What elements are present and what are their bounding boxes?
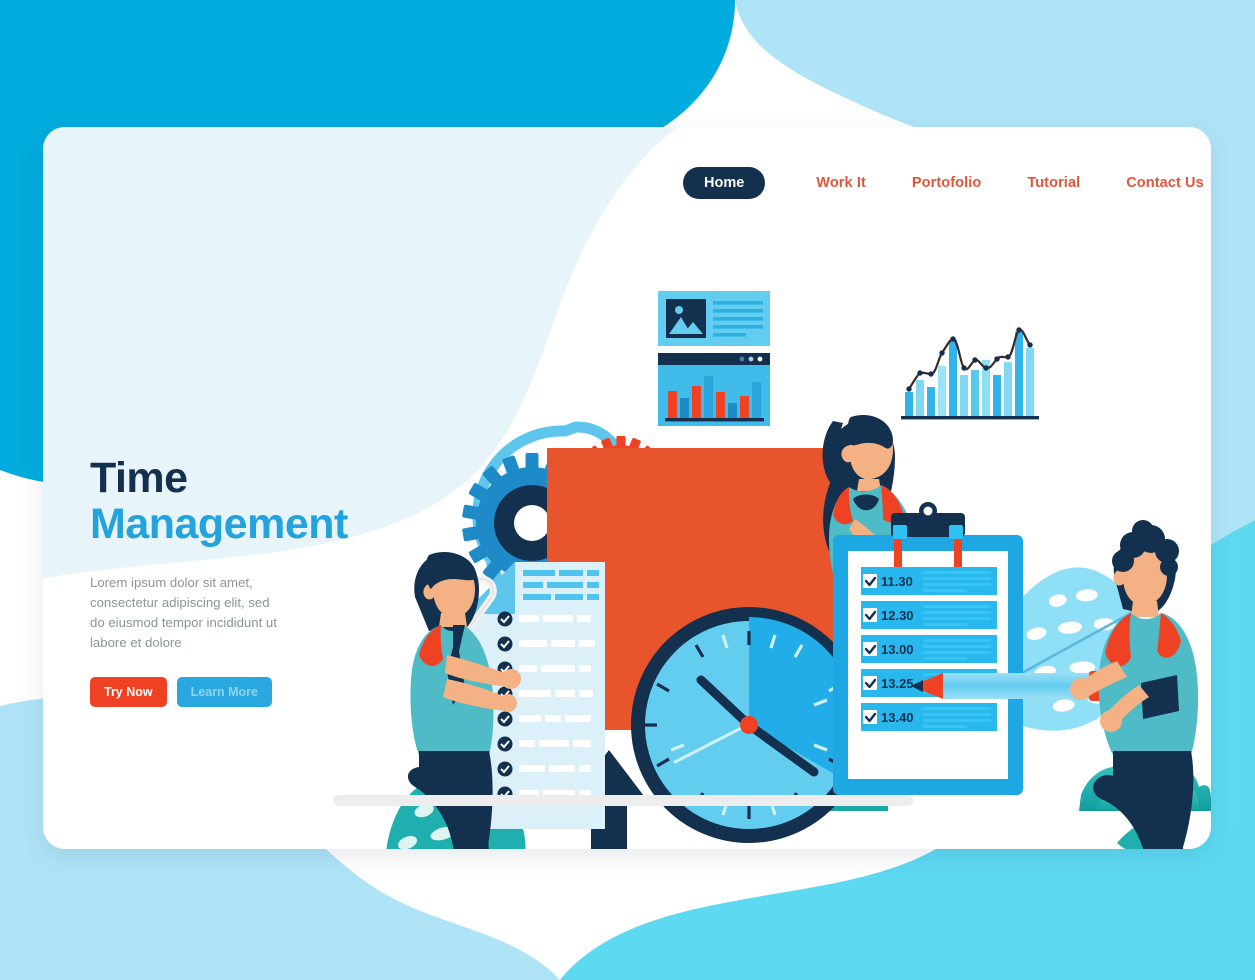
- wall-clock: [631, 607, 867, 843]
- clipboard-row-time: 13.00: [881, 642, 914, 657]
- clipboard: 11.30 12.30 13.00 13.25 13.40: [833, 502, 1023, 795]
- clipboard-row-time: 11.30: [881, 574, 913, 589]
- hero-card: Home Work It Portofolio Tutorial Contact…: [43, 127, 1211, 849]
- clipboard-row-time: 13.40: [881, 710, 914, 725]
- clipboard-row: 13.40: [861, 703, 997, 731]
- clipboard-row: 11.30: [861, 567, 997, 595]
- document-header-lines: [523, 570, 599, 600]
- browser-window-chart: [658, 353, 770, 426]
- combo-chart: [901, 327, 1039, 420]
- clipboard-row-time: 13.25: [881, 676, 914, 691]
- hero-illustration: 11.30 12.30 13.00 13.25 13.40: [333, 291, 1211, 849]
- dashboard-image-card: [658, 291, 770, 346]
- window-dots: [739, 356, 763, 362]
- page-root: Home Work It Portofolio Tutorial Contact…: [0, 0, 1255, 980]
- clipboard-row-time: 12.30: [881, 608, 914, 623]
- clipboard-row: 13.00: [861, 635, 997, 663]
- combo-chart-points: [906, 327, 1033, 392]
- clipboard-row: 12.30: [861, 601, 997, 629]
